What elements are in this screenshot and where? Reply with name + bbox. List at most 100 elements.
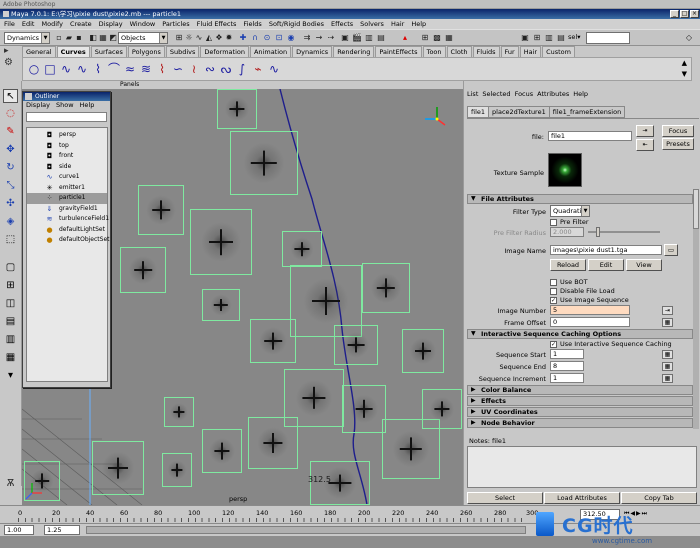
file-attributes-header[interactable]: ▼ File Attributes [467,194,693,204]
use-bot-checkbox[interactable] [550,279,557,286]
ep-curve-icon[interactable]: ∿ [75,62,89,76]
menu-fields[interactable]: Fields [243,19,261,29]
fillet-curve-icon[interactable]: ∫ [235,62,249,76]
shelf-tab-rendering[interactable]: Rendering [333,46,375,57]
menu-help[interactable]: Help [411,19,426,29]
shelf-tab-deformation[interactable]: Deformation [200,46,249,57]
outliner-item-emitter1[interactable]: ✳ emitter1 [27,183,107,194]
paint-select-tool-icon[interactable]: ✎ [3,125,18,139]
attr-menu-attributes[interactable]: Attributes [537,90,569,98]
open-scene-icon[interactable]: ▰ [64,32,74,43]
copy-tab-button[interactable]: Copy Tab [621,492,697,504]
snap-view-plane-icon[interactable]: ⊡ [274,32,284,43]
range-slider-bar[interactable] [86,526,526,534]
attr-tab-place2dtexture1[interactable]: place2dTexture1 [489,106,550,118]
menu-modify[interactable]: Modify [41,19,63,29]
history-icon[interactable]: ⇉ [302,32,312,43]
shelf-tab-hair[interactable]: Hair [519,46,542,57]
layout-two-icon[interactable]: ▥ [544,32,554,43]
lock-icon[interactable]: ▴ [400,32,410,43]
shelf-tab-animation[interactable]: Animation [249,46,292,57]
render-globals-icon[interactable]: ▤ [376,32,386,43]
maximize-button[interactable]: □ [680,10,689,18]
pencil-curve-icon[interactable]: ⌇ [91,62,105,76]
outliner-item-front[interactable]: ◘ front [27,151,107,162]
input-connections-icon[interactable]: ⇥ [636,125,654,137]
insert-knot-icon[interactable]: ⌇ [155,62,169,76]
quick-select-field[interactable] [586,32,630,44]
use-image-sequence-checkbox[interactable]: ✓ [550,297,557,304]
attr-tab-file1-frameextension[interactable]: file1_frameExtension [549,106,626,118]
menuset-dropdown[interactable]: Dynamics ▼ [4,32,50,44]
output-ops-icon[interactable]: ⇢ [326,32,336,43]
playback-start-field[interactable]: 1.25 [44,525,80,535]
scale-tool-icon[interactable]: ⤡ [3,179,18,193]
menu-solvers[interactable]: Solvers [360,19,384,29]
new-scene-icon[interactable]: ▫ [54,32,64,43]
save-scene-icon[interactable]: ▪ [74,32,84,43]
attribute-editor-toggle-icon[interactable]: ⊞ [420,32,430,43]
outliner-filter-field[interactable] [26,112,107,122]
outliner-item-top[interactable]: ◘ top [27,141,107,152]
close-button[interactable]: × [690,10,699,18]
select-object-icon[interactable]: ▦ [98,32,108,43]
attr-menu-selected[interactable]: Selected [482,90,510,98]
effects-header[interactable]: ▶ Effects [467,396,693,406]
layout-persp-graph-icon[interactable]: ▤ [3,315,18,329]
layout-four-icon[interactable]: ⊞ [532,32,542,43]
map-checker-icon[interactable]: ▦ [662,374,673,383]
outliner-item-defaultlightset[interactable]: ● defaultLightSet [27,225,107,236]
folder-icon[interactable]: ▭ [664,244,678,256]
sequence-increment-field[interactable]: 1 [550,373,584,383]
render-view-icon[interactable]: ▣ [340,32,350,43]
mask-deformations-icon[interactable]: ❖ [214,32,224,43]
detach-curves-icon[interactable]: ≋ [139,62,153,76]
soft-mod-tool-icon[interactable]: ◈ [3,215,18,229]
outliner-item-particle1[interactable]: ⁘ particle1 [27,193,107,204]
toolbox-arrow-icon[interactable]: ▾ [3,369,18,383]
shelf-editor-icon[interactable]: ⚙ [4,58,13,68]
select-hierarchy-icon[interactable]: ◧ [88,32,98,43]
outliner-menu-display[interactable]: Display [26,101,50,110]
layout-persp-outliner-icon[interactable]: ◫ [3,297,18,311]
mask-curves-icon[interactable]: ∿ [194,32,204,43]
load-attributes-button[interactable]: Load Attributes [544,492,620,504]
outliner-item-persp[interactable]: ◘ persp [27,130,107,141]
slider-handle[interactable] [596,227,600,237]
shelf-tab-fluids[interactable]: Fluids [472,46,500,57]
attr-menu-help[interactable]: Help [573,90,588,98]
cut-curve-icon[interactable]: ⌁ [251,62,265,76]
rotate-tool-icon[interactable]: ↻ [3,161,18,175]
layout-single-icon[interactable]: ▣ [520,32,530,43]
frame-offset-field[interactable]: 0 [550,317,630,327]
extend-curve-icon[interactable]: ∽ [171,62,185,76]
pre-filter-radius-field[interactable]: 2.000 [550,227,584,237]
smooth-curve-icon[interactable]: ∿ [267,62,281,76]
attach-curves-icon[interactable]: ≈ [123,62,137,76]
shelf-scroll-up-icon[interactable]: ▲ [682,60,687,67]
ipr-render-icon[interactable]: ▥ [364,32,374,43]
move-tool-icon[interactable]: ✥ [3,143,18,157]
shelf-tab-toon[interactable]: Toon [422,46,446,57]
range-start-field[interactable]: 1.00 [4,525,34,535]
window-menu-icon[interactable] [25,93,32,100]
reload-button[interactable]: Reload [550,259,586,271]
shelf-tab-polygons[interactable]: Polygons [127,46,165,57]
menu-create[interactable]: Create [70,19,92,29]
layout-single-perspective-icon[interactable]: ▢ [3,261,18,275]
shelf-tab-fur[interactable]: Fur [500,46,519,57]
menu-soft-rigid-bodies[interactable]: Soft/Rigid Bodies [269,19,324,29]
rebuild-curve-icon[interactable]: ∾ [203,62,217,76]
shelf-tab-cloth[interactable]: Cloth [446,46,472,57]
mask-surfaces-icon[interactable]: ◭ [204,32,214,43]
color-balance-header[interactable]: ▶ Color Balance [467,385,693,395]
node-behavior-header[interactable]: ▶ Node Behavior [467,418,693,428]
disable-file-load-checkbox[interactable] [550,288,557,295]
last-tool-icon[interactable]: ⬚ [3,233,18,247]
outliner-item-turbulencefield1[interactable]: ≋ turbulenceField1 [27,214,110,225]
cv-curve-icon[interactable]: ∿ [59,62,73,76]
menu-fluid-effects[interactable]: Fluid Effects [197,19,237,29]
attr-menu-list[interactable]: List [467,90,478,98]
mask-dynamics-icon[interactable]: ✹ [224,32,234,43]
attr-tab-file1[interactable]: file1 [467,106,490,118]
